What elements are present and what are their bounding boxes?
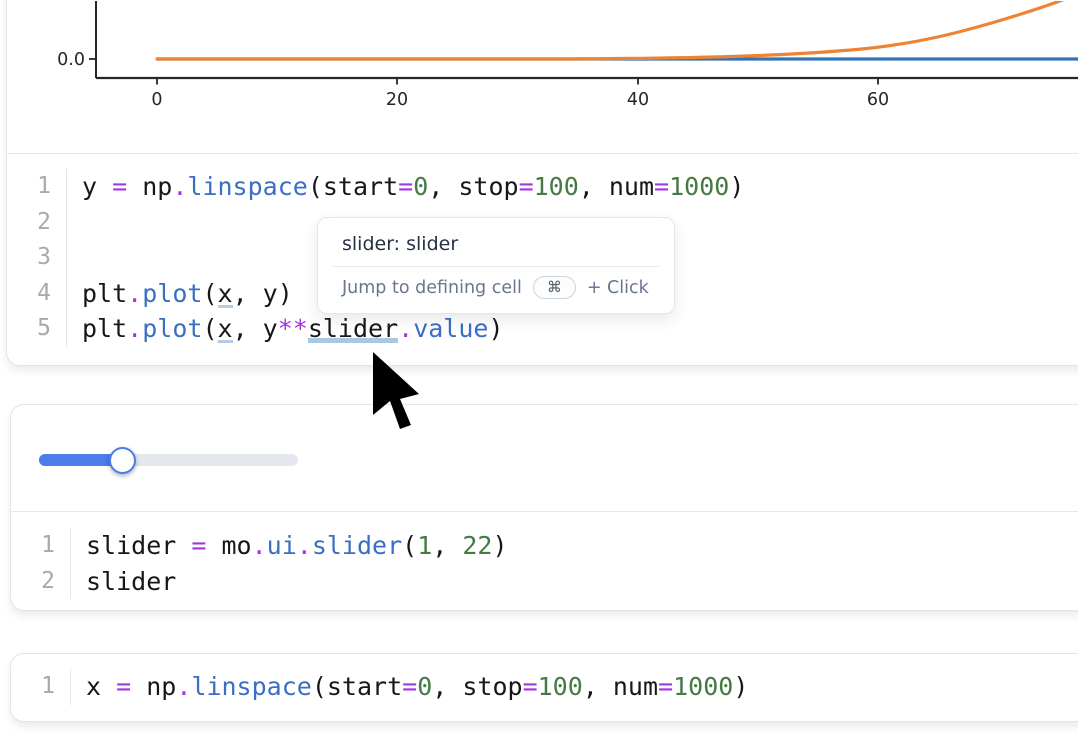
cell-slider: 1slider = mo.ui.slider(1, 22)2slider <box>10 404 1078 611</box>
code-line[interactable]: 1slider = mo.ui.slider(1, 22) <box>11 528 1078 564</box>
x-tick-label: 0 <box>151 90 162 110</box>
code-text: plt.plot(x, y) <box>67 276 293 312</box>
line-number: 2 <box>7 205 67 241</box>
code-text <box>67 240 82 276</box>
code-text: slider <box>71 564 176 600</box>
code-editor-3[interactable]: 1x = np.linspace(start=0, stop=100, num=… <box>11 654 1078 721</box>
plot-output: 0.0 0 20 40 60 <box>7 1 1078 153</box>
code-line[interactable]: 1y = np.linspace(start=0, stop=100, num=… <box>7 169 1078 205</box>
cell-x-definition: 1x = np.linspace(start=0, stop=100, num=… <box>10 653 1078 722</box>
code-text <box>67 205 82 241</box>
cursor-arrow-icon <box>370 349 426 437</box>
line-number: 2 <box>11 564 71 600</box>
code-line[interactable]: 2slider <box>11 564 1078 600</box>
code-line[interactable]: 5plt.plot(x, y**slider.value) <box>7 311 1078 347</box>
code-line[interactable]: 1x = np.linspace(start=0, stop=100, num=… <box>11 669 1078 705</box>
x-tick-label: 40 <box>627 90 649 110</box>
notebook-canvas: 0.0 0 20 40 60 1y = np.linspace(start=0,… <box>0 0 1078 746</box>
series-orange-curve <box>157 1 1075 59</box>
x-tick-label: 20 <box>386 90 408 110</box>
code-editor-2[interactable]: 1slider = mo.ui.slider(1, 22)2slider <box>11 511 1078 610</box>
code-text: y = np.linspace(start=0, stop=100, num=1… <box>67 169 744 205</box>
code-text: x = np.linspace(start=0, stop=100, num=1… <box>71 669 748 705</box>
tooltip-action-label: Jump to defining cell <box>342 278 522 298</box>
command-key-badge: ⌘ <box>533 276 576 299</box>
mouse-cursor <box>370 349 426 441</box>
line-chart: 0.0 0 20 40 60 <box>7 1 1078 153</box>
line-number: 1 <box>11 669 71 705</box>
y-tick-label: 0.0 <box>57 50 85 70</box>
line-number: 3 <box>7 240 67 276</box>
tooltip-title: slider: slider <box>318 218 674 266</box>
line-number: 1 <box>7 169 67 205</box>
code-text: slider = mo.ui.slider(1, 22) <box>71 528 508 564</box>
tooltip-click-hint: + Click <box>587 278 649 298</box>
variable-tooltip: slider: slider Jump to defining cell ⌘ +… <box>317 217 675 314</box>
line-number: 5 <box>7 311 67 347</box>
line-number: 1 <box>11 528 71 564</box>
x-tick-label: 60 <box>867 90 889 110</box>
slider-track[interactable] <box>39 454 298 466</box>
line-number: 4 <box>7 276 67 312</box>
code-text: plt.plot(x, y**slider.value) <box>67 311 504 347</box>
slider-handle[interactable] <box>109 447 136 474</box>
